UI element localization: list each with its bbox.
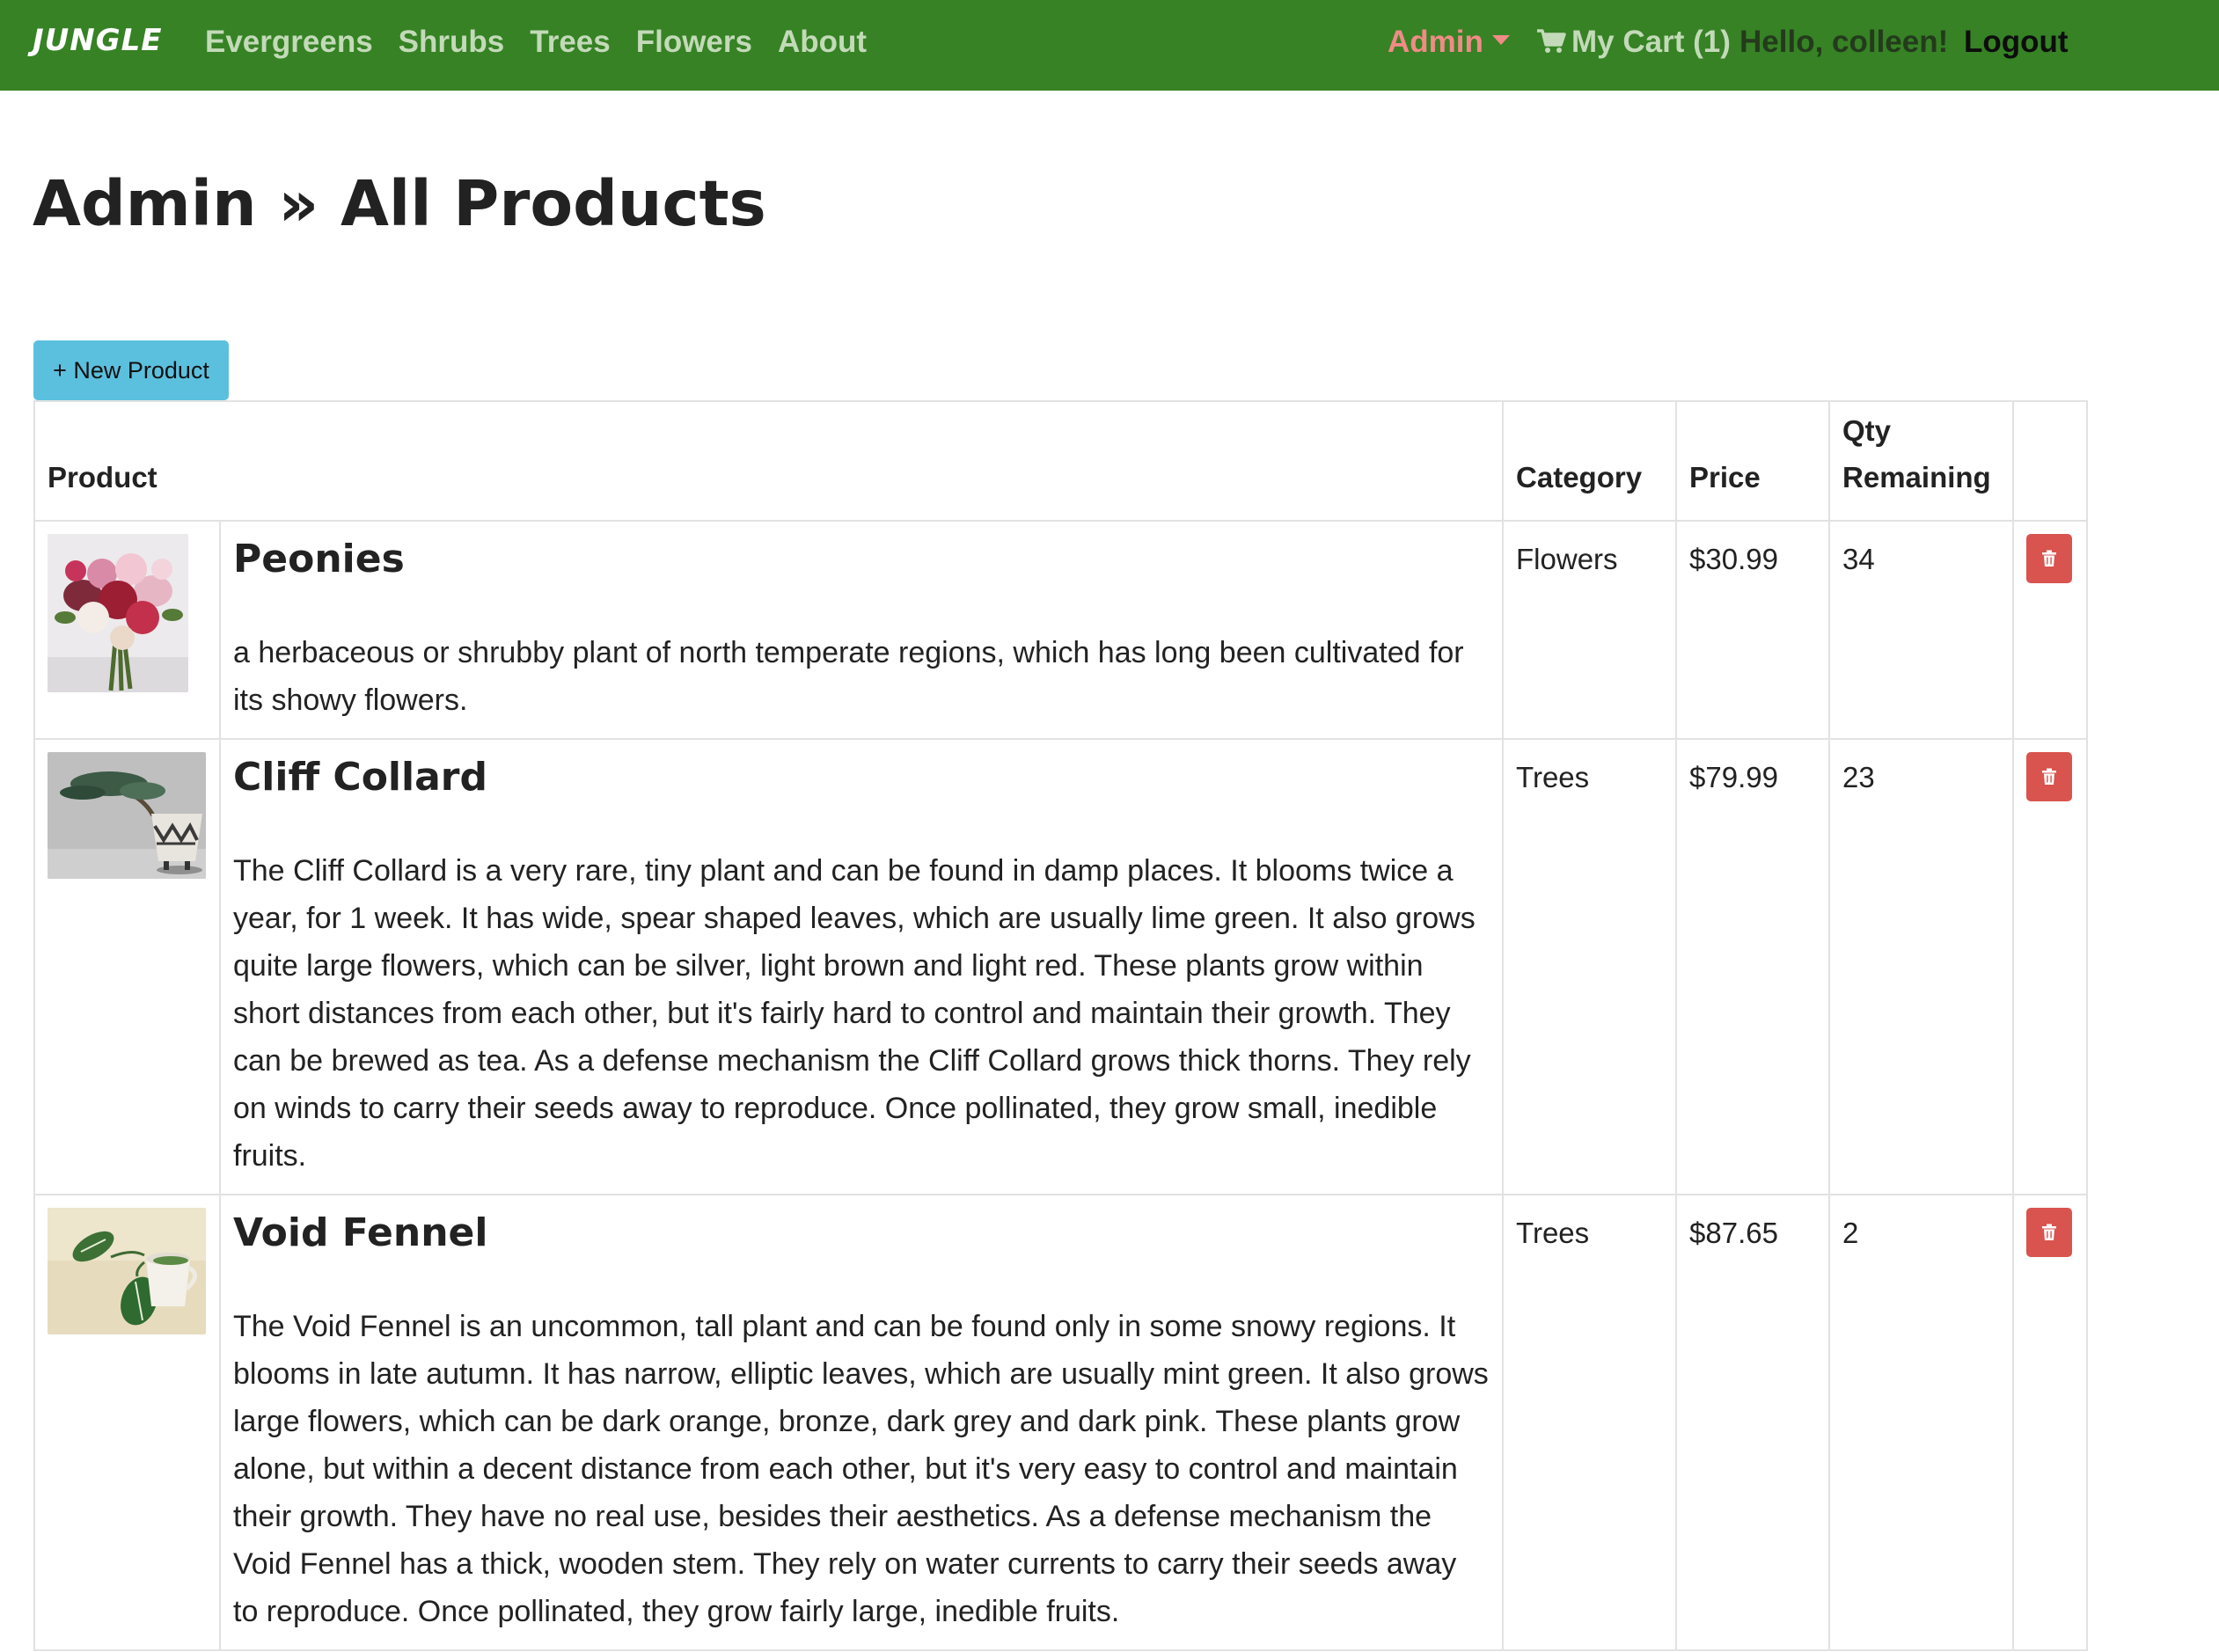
nav-link-about[interactable]: About (778, 25, 867, 60)
products-table: Product Category Price Qty Remaining Peo… (33, 400, 2089, 1651)
product-image-cell (33, 520, 221, 740)
column-header-price: Price (1675, 400, 1831, 522)
column-header-actions (2012, 400, 2089, 522)
trash-icon (2042, 550, 2057, 567)
product-actions-cell (2012, 520, 2089, 740)
nav-links: Evergreens Shrubs Trees Flowers About (205, 25, 867, 60)
product-image-cell (33, 738, 221, 1195)
table-row: Cliff Collard The Cliff Collard is a ver… (33, 738, 2089, 1195)
caret-down-icon (1491, 35, 1510, 46)
pothos-cup-image (48, 1208, 206, 1334)
bonsai-pot-image (48, 752, 206, 879)
nav-link-flowers[interactable]: Flowers (636, 25, 752, 60)
table-row: Peonies a herbaceous or shrubby plant of… (33, 520, 2089, 740)
product-image-cell (33, 1194, 221, 1651)
product-price: $79.99 (1675, 738, 1831, 1195)
product-info-cell: Void Fennel The Void Fennel is an uncomm… (218, 1194, 1505, 1651)
product-category: Trees (1502, 738, 1678, 1195)
product-name: Void Fennel (233, 1210, 488, 1255)
product-category: Trees (1502, 1194, 1678, 1651)
delete-product-button[interactable] (2026, 534, 2073, 583)
user-greeting: Hello, colleen! (1739, 25, 1949, 59)
product-actions-cell (2012, 738, 2089, 1195)
nav-link-evergreens[interactable]: Evergreens (205, 25, 373, 60)
product-info-cell: Peonies a herbaceous or shrubby plant of… (218, 520, 1505, 740)
product-qty-remaining: 34 (1828, 520, 2015, 740)
product-price: $87.65 (1675, 1194, 1831, 1651)
peonies-bouquet-image (48, 534, 188, 692)
product-qty-remaining: 23 (1828, 738, 2015, 1195)
product-info-cell: Cliff Collard The Cliff Collard is a ver… (218, 738, 1505, 1195)
product-description: The Void Fennel is an uncommon, tall pla… (233, 1310, 1489, 1628)
column-header-category: Category (1502, 400, 1678, 522)
cart-label: My Cart (1) (1571, 25, 1731, 59)
nav-link-trees[interactable]: Trees (530, 25, 610, 60)
product-price: $30.99 (1675, 520, 1831, 740)
product-name: Cliff Collard (233, 755, 487, 800)
logout-link[interactable]: Logout (1964, 25, 2069, 60)
product-description: a herbaceous or shrubby plant of north t… (233, 636, 1464, 717)
column-header-product: Product (33, 400, 1505, 522)
column-header-qty-remaining: Qty Remaining (1828, 400, 2015, 522)
product-category: Flowers (1502, 520, 1678, 740)
table-header-row: Product Category Price Qty Remaining (33, 400, 2089, 522)
top-navbar: JUNGLE Evergreens Shrubs Trees Flowers A… (0, 0, 2219, 91)
trash-icon (2042, 768, 2057, 785)
product-name: Peonies (233, 537, 405, 581)
delete-product-button[interactable] (2026, 752, 2073, 801)
delete-product-button[interactable] (2026, 1208, 2073, 1257)
admin-dropdown-label: Admin (1388, 25, 1483, 59)
nav-link-shrubs[interactable]: Shrubs (399, 25, 505, 60)
new-product-button[interactable]: + New Product (33, 340, 229, 400)
product-description: The Cliff Collard is a very rare, tiny p… (233, 854, 1476, 1173)
admin-dropdown[interactable]: Admin (1388, 25, 1510, 60)
page-title: Admin » All Products (33, 167, 766, 240)
brand-logo[interactable]: JUNGLE (33, 23, 163, 58)
trash-icon (2042, 1224, 2057, 1240)
my-cart-link[interactable]: My Cart (1) (1536, 25, 1731, 60)
shopping-cart-icon (1537, 29, 1566, 53)
table-row: Void Fennel The Void Fennel is an uncomm… (33, 1194, 2089, 1651)
product-qty-remaining: 2 (1828, 1194, 2015, 1651)
product-actions-cell (2012, 1194, 2089, 1651)
